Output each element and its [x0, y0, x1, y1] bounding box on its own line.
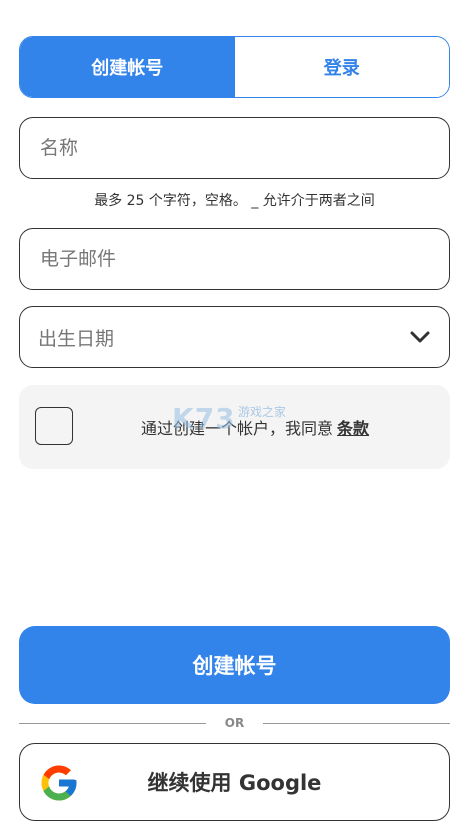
divider-right — [263, 723, 450, 724]
terms-checkbox[interactable] — [35, 407, 73, 445]
birthday-placeholder: 出生日期 — [38, 327, 115, 350]
terms-text: 通过创建一个帐户，我同意 — [141, 419, 334, 438]
name-input[interactable] — [38, 136, 431, 160]
tab-login[interactable]: 登录 — [234, 37, 449, 97]
google-icon — [38, 762, 80, 804]
email-field[interactable] — [19, 228, 450, 290]
birthday-select[interactable]: 出生日期 — [19, 306, 450, 368]
watermark-logo: K73 — [172, 402, 236, 435]
watermark-text: 游戏之家 — [238, 405, 287, 419]
name-hint: 最多 25 个字符，空格。 _ 允许介于两者之间 — [94, 193, 375, 209]
name-field[interactable] — [19, 117, 450, 179]
tab-create-account[interactable]: 创建帐号 — [20, 37, 235, 97]
email-input[interactable] — [38, 247, 431, 271]
auth-tabs: 创建帐号 登录 — [19, 36, 450, 98]
google-button-label: 继续使用 Google — [147, 771, 322, 795]
google-signin-button[interactable]: 继续使用 Google — [19, 743, 450, 821]
chevron-down-icon — [409, 326, 431, 348]
terms-link[interactable]: 条款 — [337, 419, 369, 438]
create-account-button[interactable]: 创建帐号 — [19, 626, 450, 704]
